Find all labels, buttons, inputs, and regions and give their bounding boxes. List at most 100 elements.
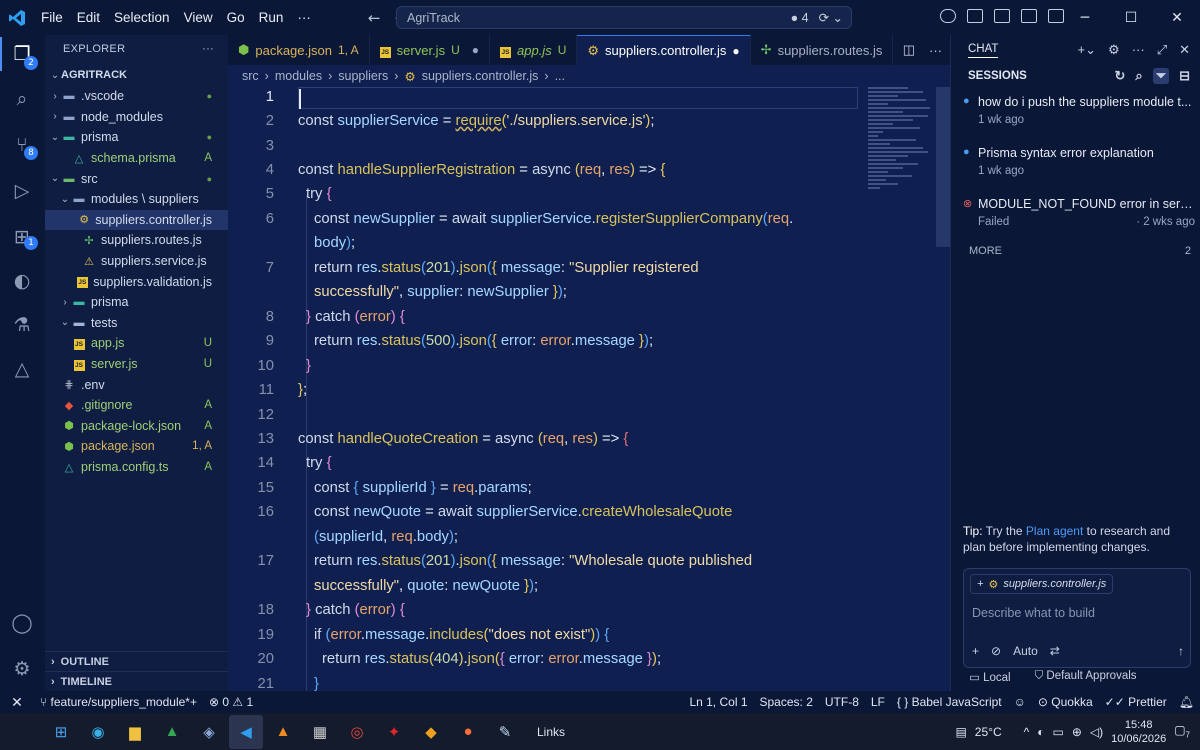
editor-tab[interactable]: ✢ suppliers.routes.js	[751, 35, 894, 65]
network-icon[interactable]: ⊕	[1072, 725, 1082, 739]
menu-more[interactable]: ···	[290, 10, 318, 25]
editor-tab[interactable]: ⬢ package.json 1, A	[228, 35, 370, 65]
tree-item[interactable]: › ▬ node_modules	[45, 107, 228, 128]
vlc-icon[interactable]: ▲	[266, 715, 300, 749]
search-icon[interactable]: ⌕	[10, 87, 34, 111]
project-root[interactable]: ⌄ AGRITRACK	[45, 65, 228, 86]
more-sessions[interactable]: MORE 2	[969, 245, 1191, 257]
local-target[interactable]: ▭ Local	[969, 670, 1011, 684]
add-icon[interactable]: +	[972, 644, 979, 658]
google-drive-icon[interactable]: ▲	[155, 715, 189, 749]
maximize-chat-icon[interactable]: ⤢	[1157, 42, 1167, 58]
tree-item[interactable]: ⌄ ▬ src ●	[45, 168, 228, 189]
tree-item[interactable]: △ prisma.config.ts A	[45, 457, 228, 478]
menu-file[interactable]: File	[34, 10, 70, 25]
crumb-src[interactable]: src	[242, 69, 259, 83]
config-icon[interactable]: ⇄	[1050, 644, 1060, 658]
postman-like-icon[interactable]: ◆	[414, 715, 448, 749]
filter-icon[interactable]: ⏷	[1152, 68, 1170, 84]
tree-item[interactable]: ⋕ .env	[45, 374, 228, 395]
volume-icon[interactable]: ◁)	[1090, 725, 1103, 739]
explorer-more-icon[interactable]: ···	[202, 43, 228, 55]
tree-item[interactable]: JS suppliers.validation.js	[45, 271, 228, 292]
tray-overflow-icon[interactable]: ^	[1024, 725, 1030, 739]
quokka-status[interactable]: ⊙ Quokka	[1032, 695, 1099, 709]
chat-more-icon[interactable]: ···	[1132, 42, 1145, 58]
chat-session[interactable]: ⊗ MODULE_NOT_FOUND error in server Failed ·…	[963, 197, 1195, 228]
customize-layout-icon[interactable]	[967, 9, 983, 23]
new-chat-icon[interactable]: +⌄	[1078, 42, 1096, 58]
battery-icon[interactable]: ▭	[1053, 725, 1064, 739]
crumb-file[interactable]: suppliers.controller.js	[422, 69, 539, 83]
mode-picker[interactable]: Auto	[1013, 644, 1038, 658]
postman-icon[interactable]: ●	[451, 715, 485, 749]
tools-icon[interactable]: ⊘	[991, 644, 1001, 658]
code-editor[interactable]: 1 2 3 4 5 6 7 8 9 10 11 12 13 14 15 16 17 18 19 20 21 const …	[228, 87, 950, 691]
copilot-status-icon[interactable]: ☺	[1008, 695, 1032, 709]
chat-settings-gear-icon[interactable]: ⚙	[1108, 42, 1120, 58]
chat-session[interactable]: ● Prisma syntax error explanation 1 wk ago	[963, 146, 1195, 177]
chrome-icon[interactable]: ◎	[340, 715, 374, 749]
menu-view[interactable]: View	[177, 10, 220, 25]
menu-run[interactable]: Run	[252, 10, 291, 25]
paint-icon[interactable]: ✎	[488, 715, 522, 749]
menu-selection[interactable]: Selection	[107, 10, 177, 25]
tree-item[interactable]: ⌄ ▬ tests	[45, 313, 228, 334]
start-button[interactable]: ⊞	[44, 715, 78, 749]
context-chip[interactable]: + ⚙ suppliers.controller.js	[970, 574, 1114, 594]
account-icon[interactable]: ◯	[10, 611, 34, 635]
notifications-bell-icon[interactable]: 🔔︎	[1173, 695, 1200, 709]
editor-scrollbar[interactable]	[936, 87, 950, 247]
add-context-icon[interactable]: +	[977, 578, 983, 590]
clock[interactable]: 15:48 10/06/2026	[1111, 718, 1166, 746]
chat-input[interactable]: Describe what to build	[972, 606, 1095, 620]
split-editor-icon[interactable]: ◫	[903, 42, 915, 58]
editor-more-icon[interactable]: ···	[929, 43, 942, 58]
encoding[interactable]: UTF-8	[819, 695, 865, 709]
end-of-line[interactable]: LF	[865, 695, 891, 709]
menu-edit[interactable]: Edit	[70, 10, 107, 25]
chat-toggle-icon[interactable]: ⟳ ⌄	[819, 10, 843, 25]
vscode-taskbar-icon[interactable]: ◀	[229, 714, 263, 749]
settings-gear-icon[interactable]: ⚙	[10, 657, 34, 681]
file-explorer-icon[interactable]: ▆	[118, 715, 152, 749]
tree-item[interactable]: JS app.js U	[45, 333, 228, 354]
refresh-icon[interactable]: ↻	[1115, 68, 1126, 84]
prisma-icon[interactable]: △	[10, 357, 34, 381]
tree-item[interactable]: ⚠ suppliers.service.js	[45, 251, 228, 272]
tree-item[interactable]: ⬢ package.json 1, A	[45, 436, 228, 457]
editor-tab[interactable]: JS server.js U ●	[370, 35, 490, 65]
tree-item[interactable]: ⌄ ▬ prisma ●	[45, 127, 228, 148]
tree-item[interactable]: ⬢ package-lock.json A	[45, 416, 228, 437]
toggle-panel-icon[interactable]	[1021, 9, 1037, 23]
chat-session[interactable]: ● how do i push the suppliers module t...…	[963, 95, 1195, 126]
notification-center-icon[interactable]: ▢7	[1174, 723, 1190, 739]
minimize-icon[interactable]: ─	[1062, 10, 1108, 26]
tree-item[interactable]: ⚙ suppliers.controller.js	[45, 209, 228, 231]
remote-icon[interactable]: ✕	[0, 694, 34, 711]
tree-item[interactable]: › ▬ .vscode ●	[45, 86, 228, 107]
calculator-icon[interactable]: ▦	[303, 715, 337, 749]
maximize-icon[interactable]: ☐	[1108, 10, 1154, 26]
crumb-suppliers[interactable]: suppliers	[338, 69, 388, 83]
links-toolbar[interactable]: Links	[537, 725, 565, 739]
tree-item[interactable]: JS server.js U	[45, 354, 228, 375]
timeline-section[interactable]: › TIMELINE	[45, 671, 228, 691]
tree-item[interactable]: ✢ suppliers.routes.js	[45, 230, 228, 251]
copilot-icon[interactable]	[940, 9, 956, 23]
edge-icon[interactable]: ◉	[81, 715, 115, 749]
tree-item[interactable]: ⌄ ▬ modules \ suppliers	[45, 189, 228, 210]
tree-item[interactable]: › ▬ prisma	[45, 292, 228, 313]
acrobat-icon[interactable]: ✦	[377, 715, 411, 749]
plan-agent-link[interactable]: Plan agent	[1026, 524, 1083, 538]
testing-icon[interactable]: ⚗	[10, 313, 34, 337]
back-arrow-icon[interactable]: ←	[368, 9, 381, 27]
crumb-symbol[interactable]: ...	[555, 69, 565, 83]
weather-icon[interactable]: ▤	[955, 725, 966, 739]
toggle-sidebar-icon[interactable]	[994, 9, 1010, 23]
language-mode[interactable]: { } Babel JavaScript	[891, 695, 1008, 709]
crumb-modules[interactable]: modules	[275, 69, 322, 83]
minimap[interactable]	[868, 87, 936, 217]
tree-item[interactable]: △ schema.prisma A	[45, 148, 228, 169]
remote-explorer-icon[interactable]: ◐	[10, 269, 34, 293]
